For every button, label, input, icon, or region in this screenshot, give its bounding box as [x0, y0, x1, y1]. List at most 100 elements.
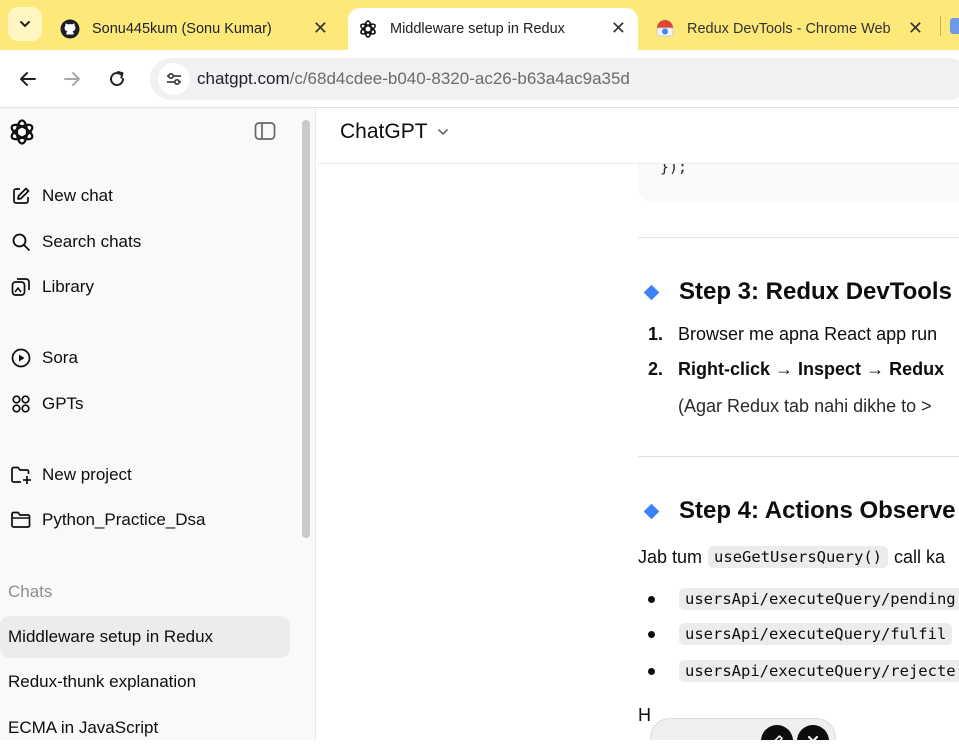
sidebar-item-label: New chat: [42, 186, 113, 205]
diamond-bullet-icon: [643, 503, 660, 519]
step-heading-text: Step 3: Redux DevTools C: [679, 278, 959, 305]
reload-button[interactable]: [105, 67, 129, 91]
list-text: Right-click → Inspect → Redux: [678, 359, 944, 380]
sidebar-toggle-icon[interactable]: [254, 121, 276, 146]
sidebar-item-sora[interactable]: Sora: [0, 339, 78, 377]
sidebar: New chat Search chats Library Sora GPTs …: [0, 108, 316, 740]
chatgpt-icon: [358, 19, 378, 39]
url-host: chatgpt.com: [197, 69, 290, 88]
divider: [638, 237, 959, 238]
chats-section-heading: Chats: [8, 582, 53, 601]
sidebar-item-label: Library: [42, 277, 94, 296]
chat-item-label: Redux-thunk explanation: [8, 672, 197, 691]
bullet-dot: [648, 667, 655, 675]
divider: [638, 456, 959, 457]
arrow-text: →: [861, 359, 890, 379]
bold-text: Inspect: [798, 359, 862, 379]
list-text: Browser me apna React app run: [678, 324, 938, 344]
sidebar-item-gpts[interactable]: GPTs: [0, 385, 84, 423]
paragraph: Jab tum useGetUsersQuery() call ka: [638, 546, 945, 568]
bullet-item: usersApi/executeQuery/fulfil: [648, 623, 953, 645]
tab-github[interactable]: Sonu445kum (Sonu Kumar) ✕: [50, 8, 340, 50]
chat-item-label: ECMA in JavaScript: [8, 718, 159, 737]
paragraph-fragment: H: [638, 705, 651, 725]
play-circle-icon: [10, 347, 32, 369]
url-text[interactable]: chatgpt.com/c/68d4cdee-b040-8320-ac26-b6…: [197, 69, 630, 89]
browser-tabstrip: Sonu445kum (Sonu Kumar) ✕ Middleware set…: [0, 0, 959, 50]
sidebar-item-label: Python_Practice_Dsa: [42, 510, 206, 529]
openai-logo-icon[interactable]: [8, 118, 36, 151]
step-heading: Step 3: Redux DevTools C: [638, 278, 959, 306]
next-tab-favicon[interactable]: [950, 18, 959, 34]
library-icon: [10, 276, 32, 298]
bullet-item: usersApi/executeQuery/rejecte: [648, 660, 959, 682]
pencil-icon: [774, 735, 783, 740]
grid-icon: [10, 393, 32, 415]
tab-title: Middleware setup in Redux: [390, 21, 565, 37]
forward-button[interactable]: [60, 67, 84, 91]
tab-title: Redux DevTools - Chrome Web: [687, 21, 891, 37]
chat-item-active[interactable]: Middleware setup in Redux: [0, 616, 290, 658]
sidebar-item-library[interactable]: Library: [0, 268, 94, 306]
sidebar-item-label: GPTs: [42, 394, 84, 413]
chevron-down-icon: [437, 129, 448, 136]
sidebar-scrollbar[interactable]: [302, 120, 310, 538]
edit-icon: [10, 185, 32, 207]
list-item: 2. Right-click → Inspect → Redux: [648, 359, 944, 380]
tab-search-button[interactable]: [8, 7, 42, 41]
list-number: 1.: [648, 324, 664, 344]
list-note: (Agar Redux tab nahi dikhe to >: [678, 396, 932, 416]
url-path: /c/68d4cdee-b040-8320-ac26-b63a4ac9a35d: [289, 69, 630, 88]
folder-icon: [10, 509, 32, 531]
paragraph-text: Jab tum: [638, 546, 703, 567]
tab-webstore[interactable]: Redux DevTools - Chrome Web ✕: [645, 8, 935, 50]
chat-item[interactable]: Redux-thunk explanation: [0, 661, 290, 703]
tab-divider: [940, 16, 941, 36]
reload-icon: [110, 71, 124, 86]
paragraph-text: call ka: [894, 546, 946, 567]
arrow-right-icon: [64, 72, 80, 86]
site-info-button[interactable]: [158, 63, 190, 95]
back-button[interactable]: [16, 67, 40, 91]
bold-text: Right-click: [678, 359, 771, 379]
tune-icon: [167, 72, 181, 86]
sidebar-item-new-project[interactable]: New project: [0, 456, 132, 494]
chat-item-label: Middleware setup in Redux: [8, 627, 214, 646]
github-icon: [60, 19, 80, 39]
sidebar-item-project[interactable]: Python_Practice_Dsa: [0, 501, 205, 539]
close-tab-icon[interactable]: ✕: [908, 18, 923, 39]
sidebar-item-new-chat[interactable]: New chat: [0, 177, 113, 215]
arrow-text: →: [770, 359, 799, 379]
chevron-down-icon: [20, 21, 30, 28]
bullet-dot: [648, 595, 655, 603]
sidebar-item-label: Sora: [42, 348, 78, 367]
inline-code: usersApi/executeQuery/pending: [679, 588, 959, 610]
chat-item[interactable]: ECMA in JavaScript: [0, 707, 290, 749]
arrow-left-icon: [20, 72, 36, 86]
browser-toolbar: chatgpt.com/c/68d4cdee-b040-8320-ac26-b6…: [0, 50, 959, 108]
address-bar[interactable]: chatgpt.com/c/68d4cdee-b040-8320-ac26-b6…: [150, 58, 959, 100]
diamond-bullet-icon: [643, 284, 660, 300]
tab-title: Sonu445kum (Sonu Kumar): [92, 21, 272, 37]
close-tab-icon[interactable]: ✕: [313, 18, 328, 39]
inline-code: usersApi/executeQuery/rejecte: [679, 660, 959, 682]
close-tab-icon[interactable]: ✕: [611, 18, 626, 39]
bullet-dot: [648, 630, 655, 638]
sidebar-item-search-chats[interactable]: Search chats: [0, 223, 141, 261]
conversation-header: ChatGPT: [317, 108, 959, 164]
step-heading: Step 4: Actions Observe: [638, 497, 956, 525]
search-icon: [10, 231, 32, 253]
sidebar-item-label: Search chats: [42, 232, 142, 251]
bold-text: Redux: [889, 359, 945, 379]
model-selector[interactable]: ChatGPT: [340, 120, 450, 144]
inline-code: useGetUsersQuery(): [708, 546, 889, 568]
bullet-item: usersApi/executeQuery/pending: [648, 588, 959, 610]
step-heading-text: Step 4: Actions Observe: [679, 497, 956, 524]
tab-chatgpt[interactable]: Middleware setup in Redux ✕: [348, 8, 638, 50]
chrome-webstore-icon: [655, 19, 675, 39]
inline-code: usersApi/executeQuery/fulfil: [679, 623, 953, 645]
sidebar-item-label: New project: [42, 465, 132, 484]
model-label: ChatGPT: [340, 120, 428, 143]
list-number: 2.: [648, 359, 664, 379]
close-icon: [808, 736, 818, 740]
